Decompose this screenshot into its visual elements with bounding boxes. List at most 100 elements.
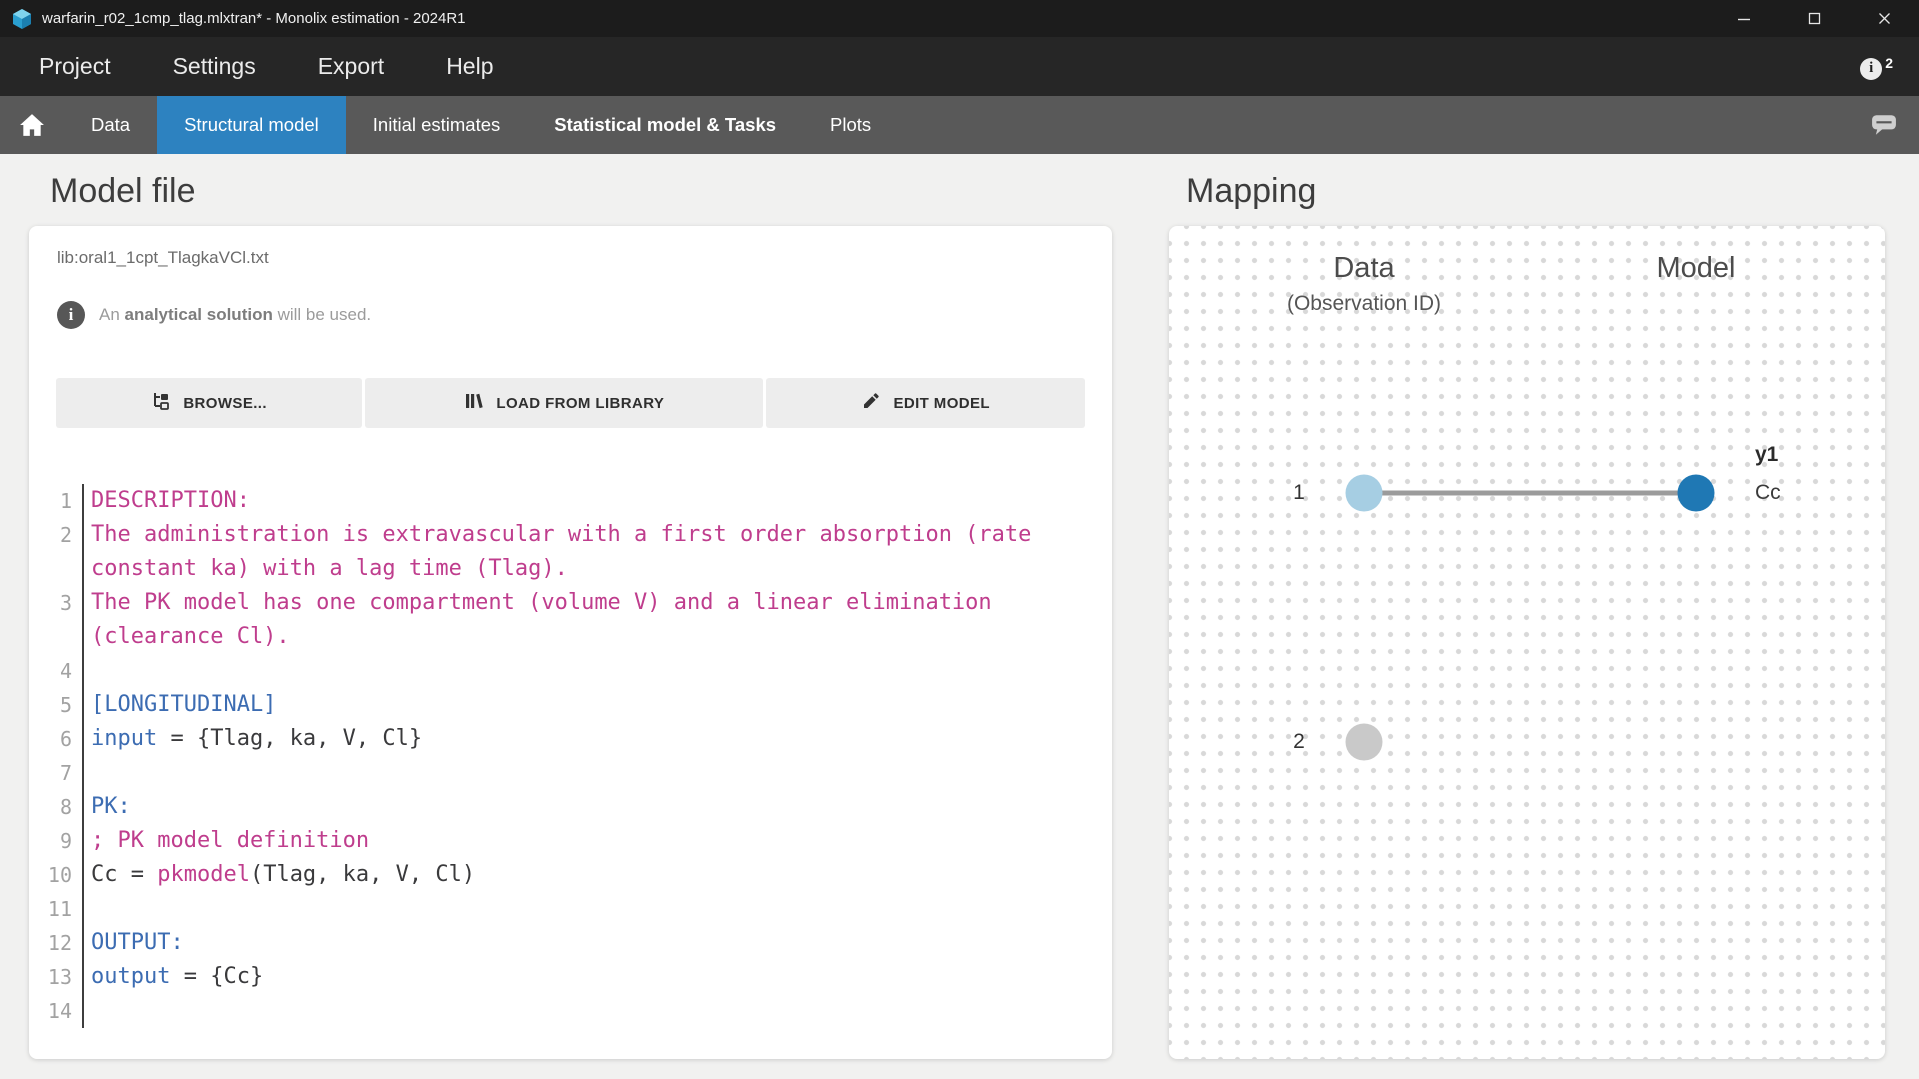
code-line-2: 2The administration is extravascular wit…	[29, 518, 1084, 586]
code-text	[84, 994, 1084, 1028]
menu-item-help[interactable]: Help	[446, 53, 493, 80]
code-line-7: 7	[29, 756, 1084, 790]
code-line-9: 9; PK model definition	[29, 824, 1084, 858]
mapping-data-column-header: Data	[1333, 252, 1394, 285]
feedback-button[interactable]	[1871, 96, 1897, 154]
code-line-14: 14	[29, 994, 1084, 1028]
model-output-name: Cc	[1755, 481, 1781, 505]
line-number: 4	[29, 654, 84, 688]
code-line-12: 12OUTPUT:	[29, 926, 1084, 960]
mapping-heading: Mapping	[1186, 172, 1316, 211]
analytical-solution-text: An analytical solution will be used.	[99, 305, 371, 325]
code-text: Cc = pkmodel(Tlag, ka, V, Cl)	[84, 858, 1084, 892]
mapping-row-index: 2	[1293, 730, 1305, 754]
tab-list: DataStructural modelInitial estimatesSta…	[64, 96, 898, 154]
code-text: The PK model has one compartment (volume…	[84, 586, 1084, 654]
model-node-handle[interactable]	[1678, 475, 1715, 512]
tab-data[interactable]: Data	[64, 96, 157, 154]
model-observation-name: y1	[1755, 443, 1778, 467]
code-text: input = {Tlag, ka, V, Cl}	[84, 722, 1084, 756]
home-icon	[19, 113, 45, 137]
line-number: 9	[29, 824, 84, 858]
library-icon	[464, 391, 484, 415]
maximize-button[interactable]	[1779, 0, 1849, 37]
button-label: EDIT MODEL	[893, 395, 990, 412]
monolix-window: warfarin_r02_1cmp_tlag.mlxtran* - Monoli…	[0, 0, 1919, 1079]
menu-items: Project Settings Export Help	[39, 53, 494, 80]
mapping-connector-line	[1364, 491, 1696, 496]
code-text: PK:	[84, 790, 1084, 824]
tab-plots[interactable]: Plots	[803, 96, 898, 154]
code-text: OUTPUT:	[84, 926, 1084, 960]
code-line-10: 10Cc = pkmodel(Tlag, ka, V, Cl)	[29, 858, 1084, 892]
minimize-button[interactable]	[1709, 0, 1779, 37]
mapping-card: Data (Observation ID) Model 1 y1 Cc 2	[1169, 226, 1885, 1059]
minimize-icon	[1737, 12, 1751, 26]
code-text: ; PK model definition	[84, 824, 1084, 858]
browse-button[interactable]: BROWSE...	[56, 378, 362, 428]
tab-statistical-model-tasks[interactable]: Statistical model & Tasks	[527, 96, 803, 154]
notification-count: 2	[1885, 55, 1893, 71]
load-from-library-button[interactable]: LOAD FROM LIBRARY	[365, 378, 763, 428]
line-number: 5	[29, 688, 84, 722]
model-file-heading: Model file	[50, 172, 196, 211]
model-library-path: lib:oral1_1cpt_TlagkaVCl.txt	[57, 248, 269, 268]
tab-initial-estimates[interactable]: Initial estimates	[346, 96, 528, 154]
notifications-indicator[interactable]: i 2	[1860, 54, 1893, 80]
line-number: 11	[29, 892, 84, 926]
menubar: Project Settings Export Help i 2	[0, 37, 1919, 96]
data-node-handle[interactable]	[1346, 475, 1383, 512]
data-node-handle[interactable]	[1346, 724, 1383, 761]
analytical-solution-note: i An analytical solution will be used.	[57, 301, 371, 329]
line-number: 3	[29, 586, 84, 654]
close-icon	[1878, 12, 1891, 25]
notifications-info-icon: i	[1860, 58, 1882, 80]
code-text	[84, 756, 1084, 790]
code-text: output = {Cc}	[84, 960, 1084, 994]
menu-item-project[interactable]: Project	[39, 53, 111, 80]
line-number: 10	[29, 858, 84, 892]
maximize-icon	[1808, 12, 1821, 25]
mapping-data-column-subheader: (Observation ID)	[1287, 292, 1441, 316]
line-number: 13	[29, 960, 84, 994]
line-number: 2	[29, 518, 84, 586]
code-text	[84, 654, 1084, 688]
code-line-3: 3The PK model has one compartment (volum…	[29, 586, 1084, 654]
tabbar: DataStructural modelInitial estimatesSta…	[0, 96, 1919, 154]
code-line-4: 4	[29, 654, 1084, 688]
tab-structural-model[interactable]: Structural model	[157, 96, 346, 154]
model-file-actions: BROWSE... LOAD FROM LIBRARY EDIT MODEL	[56, 378, 1085, 428]
code-line-6: 6input = {Tlag, ka, V, Cl}	[29, 722, 1084, 756]
app-logo-cube-icon	[12, 8, 32, 30]
line-number: 14	[29, 994, 84, 1028]
line-number: 1	[29, 484, 84, 518]
model-file-card: lib:oral1_1cpt_TlagkaVCl.txt i An analyt…	[29, 226, 1112, 1059]
code-text: DESCRIPTION:	[84, 484, 1084, 518]
browse-icon	[151, 391, 171, 415]
line-number: 6	[29, 722, 84, 756]
menu-item-settings[interactable]: Settings	[173, 53, 256, 80]
line-number: 12	[29, 926, 84, 960]
code-editor: 1DESCRIPTION:2The administration is extr…	[29, 484, 1112, 1028]
window-controls	[1709, 0, 1919, 37]
mapping-row-index: 1	[1293, 481, 1305, 505]
close-button[interactable]	[1849, 0, 1919, 37]
info-circle-icon: i	[57, 301, 85, 329]
code-line-1: 1DESCRIPTION:	[29, 484, 1084, 518]
titlebar: warfarin_r02_1cmp_tlag.mlxtran* - Monoli…	[0, 0, 1919, 37]
line-number: 7	[29, 756, 84, 790]
code-line-13: 13output = {Cc}	[29, 960, 1084, 994]
code-text: The administration is extravascular with…	[84, 518, 1084, 586]
code-line-11: 11	[29, 892, 1084, 926]
edit-model-button[interactable]: EDIT MODEL	[766, 378, 1085, 428]
line-number: 8	[29, 790, 84, 824]
menu-item-export[interactable]: Export	[318, 53, 384, 80]
home-button[interactable]	[0, 96, 64, 154]
window-title: warfarin_r02_1cmp_tlag.mlxtran* - Monoli…	[42, 10, 466, 27]
mapping-model-column-header: Model	[1657, 252, 1736, 285]
button-label: LOAD FROM LIBRARY	[496, 395, 664, 412]
edit-model-icon	[861, 391, 881, 415]
feedback-bubble-icon	[1871, 114, 1897, 136]
code-line-8: 8PK:	[29, 790, 1084, 824]
button-label: BROWSE...	[183, 395, 267, 412]
